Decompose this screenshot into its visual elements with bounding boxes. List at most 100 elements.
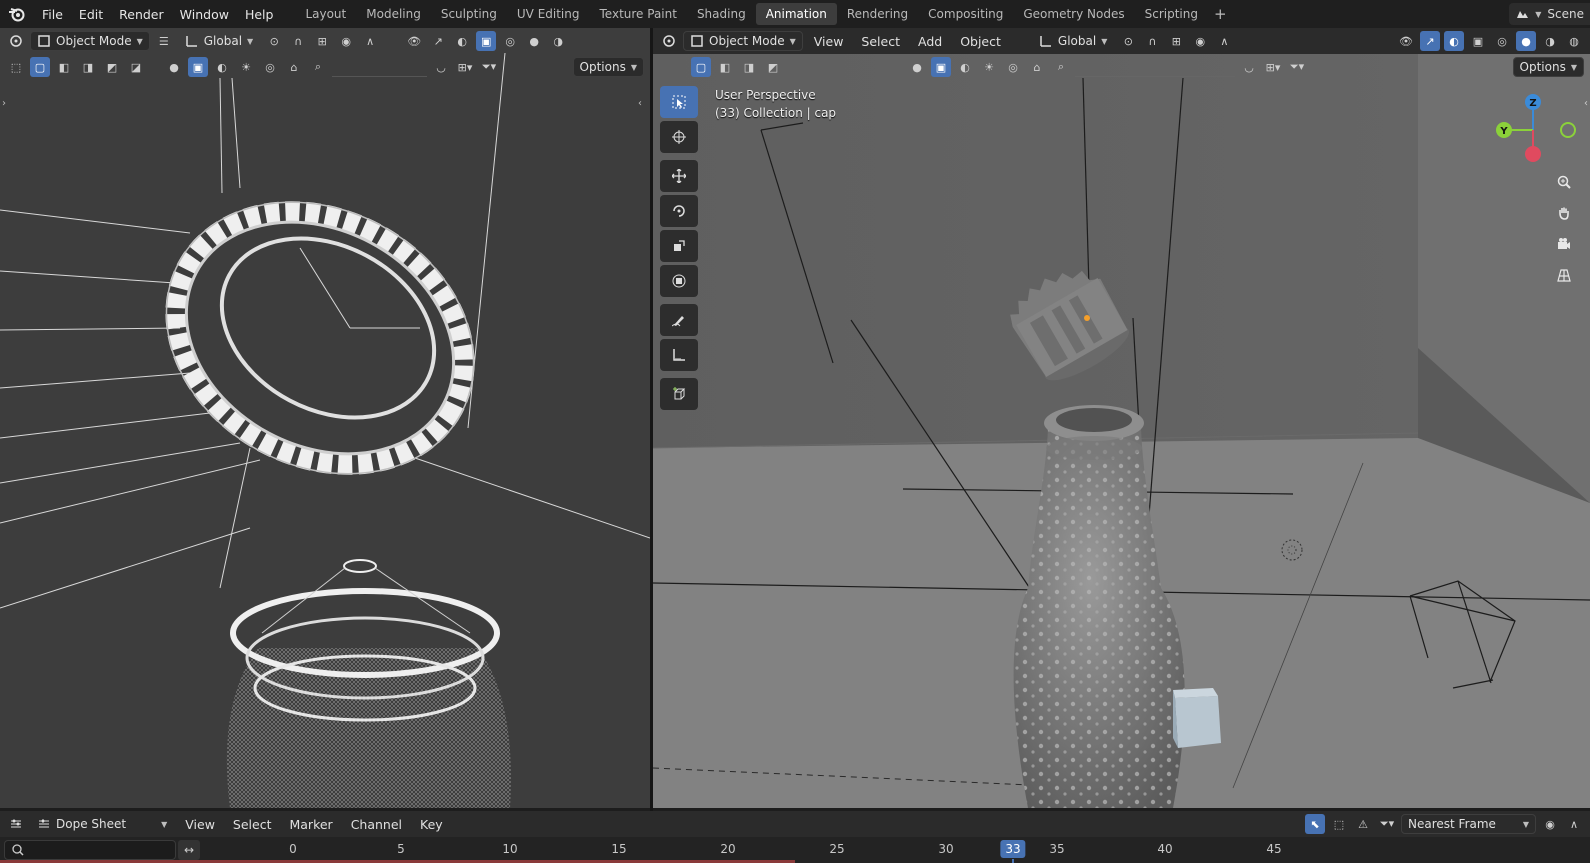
right-orientation-dropdown[interactable]: Global ▼ [1032,31,1114,51]
camera-filter-icon[interactable]: ◎ [260,57,280,77]
timeline-ruler[interactable]: ↔ 0 5 10 15 20 25 30 35 40 45 33 [0,837,1590,863]
light-filter-icon[interactable]: ☀ [236,57,256,77]
tab-shading[interactable]: Shading [687,3,756,25]
move-tool-icon[interactable] [660,160,698,192]
perspective-grid-icon[interactable] [1550,261,1578,289]
curve-filter-icon[interactable]: ◐ [212,57,232,77]
left-orientation-dropdown[interactable]: Global ▼ [178,31,260,51]
camera-filter-icon[interactable]: ◎ [1003,57,1023,77]
view-filter-icon[interactable]: ⊞▾ [455,57,475,77]
dope-menu-key[interactable]: Key [413,817,450,832]
only-selected-icon[interactable]: ⬉ [1305,814,1325,834]
show-hidden-icon[interactable]: ⬚ [1329,814,1349,834]
object-types-icon[interactable]: ● [164,57,184,77]
menu-view[interactable]: View [807,34,851,49]
xray-icon[interactable]: ▣ [1468,31,1488,51]
select-mode-new-icon[interactable]: ▢ [691,57,711,77]
tab-animation[interactable]: Animation [755,3,837,25]
gizmo-icon[interactable]: ↗ [428,31,448,51]
menu-file[interactable]: File [34,0,71,28]
measure-tool-icon[interactable] [660,339,698,371]
proportional-edit-icon[interactable]: ◉ [336,31,356,51]
funnel-icon[interactable]: ⏷▾ [1377,814,1397,834]
collapse-arrow-icon[interactable]: ‹ [1584,98,1588,109]
right-filter-input[interactable] [1075,57,1235,77]
overlay-icon[interactable]: ◐ [1444,31,1464,51]
tab-geometry-nodes[interactable]: Geometry Nodes [1013,3,1134,25]
zoom-icon[interactable] [1550,168,1578,196]
curve-filter-icon[interactable]: ◐ [955,57,975,77]
falloff-icon[interactable]: ∧ [1564,814,1584,834]
pan-hand-icon[interactable] [1550,199,1578,227]
tab-rendering[interactable]: Rendering [837,3,918,25]
hamburger-menu-icon[interactable]: ☰ [154,31,174,51]
add-workspace-icon[interactable]: + [1208,5,1233,23]
light-filter-icon[interactable]: ☀ [979,57,999,77]
shading-wireframe-icon[interactable]: ◎ [1492,31,1512,51]
pivot-icon[interactable]: ⊙ [264,31,284,51]
camera-view-icon[interactable] [1550,230,1578,258]
view-filter-icon[interactable]: ⊞▾ [1263,57,1283,77]
sort-icon[interactable]: ◡ [1239,57,1259,77]
add-cube-tool-icon[interactable] [660,378,698,410]
snap-icon[interactable]: ∩ [288,31,308,51]
tab-modeling[interactable]: Modeling [356,3,431,25]
right-options-dropdown[interactable]: Options ▼ [1512,57,1584,77]
other-filter-icon[interactable]: ⌂ [1027,57,1047,77]
tab-layout[interactable]: Layout [295,3,356,25]
select-mode-extend-icon[interactable]: ◧ [54,57,74,77]
menu-edit[interactable]: Edit [71,0,111,28]
tab-sculpting[interactable]: Sculpting [431,3,507,25]
select-box-icon[interactable]: ⬚ [6,57,26,77]
annotate-tool-icon[interactable] [660,304,698,336]
shading-wireframe-icon[interactable]: ◎ [500,31,520,51]
only-errors-icon[interactable]: ⚠ [1353,814,1373,834]
select-mode-new-icon[interactable]: ▢ [30,57,50,77]
search-icon[interactable]: ⌕ [308,57,328,77]
transform-tool-icon[interactable] [660,265,698,297]
xray-icon[interactable]: ▣ [476,31,497,51]
tab-compositing[interactable]: Compositing [918,3,1013,25]
editor-type-icon[interactable] [6,814,26,834]
falloff-icon[interactable]: ∧ [1214,31,1234,51]
funnel-icon[interactable]: ⏷▾ [479,57,499,77]
mesh-filter-icon[interactable]: ▣ [188,57,208,77]
visibility-icon[interactable]: 👁 [404,31,424,51]
expand-arrow-icon[interactable]: › [2,98,6,109]
funnel-icon[interactable]: ⏷▾ [1287,57,1307,77]
blender-logo-icon[interactable] [0,0,34,28]
area-divider[interactable] [650,28,653,811]
dope-menu-view[interactable]: View [178,817,222,832]
current-frame-indicator[interactable]: 33 [1000,840,1026,858]
editor-type-icon[interactable] [659,31,679,51]
tab-texture-paint[interactable]: Texture Paint [590,3,687,25]
snap-target-icon[interactable]: ⊞ [1166,31,1186,51]
select-mode-invert-icon[interactable]: ◩ [763,57,783,77]
tab-uv-editing[interactable]: UV Editing [507,3,590,25]
shading-material-icon[interactable]: ◑ [548,31,568,51]
other-filter-icon[interactable]: ⌂ [284,57,304,77]
cursor-tool-icon[interactable] [660,121,698,153]
mesh-filter-icon[interactable]: ▣ [931,57,951,77]
dope-menu-select[interactable]: Select [226,817,279,832]
select-mode-subtract-icon[interactable]: ◨ [78,57,98,77]
menu-window[interactable]: Window [172,0,237,28]
left-options-dropdown[interactable]: Options ▼ [572,57,644,77]
collapse-arrow-icon[interactable]: ‹ [638,98,642,109]
editor-type-icon[interactable] [6,31,26,51]
object-types-icon[interactable]: ● [907,57,927,77]
select-mode-intersect-icon[interactable]: ◪ [126,57,146,77]
falloff-icon[interactable]: ∧ [360,31,380,51]
snap-mode-dropdown[interactable]: Nearest Frame ▼ [1401,814,1536,834]
right-object-mode-dropdown[interactable]: Object Mode ▼ [683,31,803,51]
menu-render[interactable]: Render [111,0,172,28]
select-mode-invert-icon[interactable]: ◩ [102,57,122,77]
select-mode-subtract-icon[interactable]: ◨ [739,57,759,77]
menu-help[interactable]: Help [237,0,282,28]
scene-selector[interactable]: ▼ Scene [1509,3,1590,25]
sort-icon[interactable]: ◡ [431,57,451,77]
menu-select[interactable]: Select [854,34,907,49]
shading-rendered-icon[interactable]: ◍ [1564,31,1584,51]
snap-target-icon[interactable]: ⊞ [312,31,332,51]
select-mode-extend-icon[interactable]: ◧ [715,57,735,77]
